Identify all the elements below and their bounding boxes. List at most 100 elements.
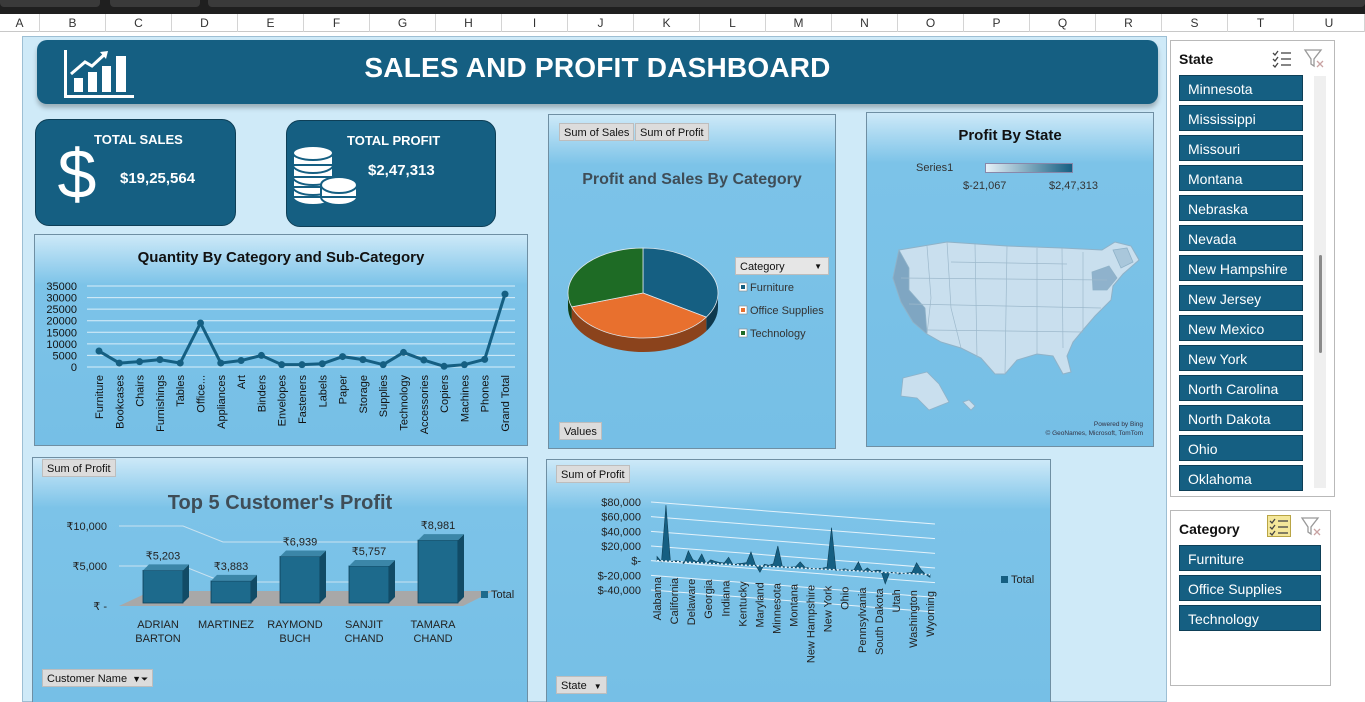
- slicer-item[interactable]: Ohio: [1179, 435, 1303, 461]
- x-tick-label: Montana: [789, 583, 801, 627]
- sheet-tab-piece[interactable]: [110, 0, 200, 7]
- category-pie-panel[interactable]: Sum of Sales Sum of Profit Profit and Sa…: [548, 114, 836, 449]
- multi-select-icon[interactable]: [1271, 48, 1293, 68]
- zero-axis: [656, 559, 931, 576]
- data-label: ₹3,883: [214, 561, 249, 573]
- slicer-item[interactable]: New York: [1179, 345, 1303, 371]
- column-header[interactable]: O: [898, 14, 964, 32]
- x-tick-label: Appliances: [216, 375, 228, 429]
- column-header[interactable]: K: [634, 14, 700, 32]
- bar-front: [417, 539, 459, 604]
- column-header[interactable]: D: [172, 14, 238, 32]
- customer-name-filter-button[interactable]: Customer Name ▼⏷: [42, 669, 154, 687]
- legend-label: Technology: [750, 328, 806, 340]
- formula-bar-piece[interactable]: [208, 0, 1365, 7]
- top-customers-bar-chart: ₹10,000 ₹5,000 ₹ - ₹5,203 ADRIAN BARTON ₹3,883…: [66, 520, 514, 645]
- profit-map-panel[interactable]: Profit By State Series1 $-21,067 $2,47,3…: [866, 112, 1154, 447]
- clear-filter-icon[interactable]: [1300, 516, 1322, 536]
- y-tick-label: ₹5,000: [72, 561, 107, 573]
- column-header[interactable]: L: [700, 14, 766, 32]
- column-header[interactable]: U: [1294, 14, 1365, 32]
- column-header[interactable]: C: [106, 14, 172, 32]
- legend-label: Office Supplies: [750, 305, 824, 317]
- bar-front: [348, 565, 390, 604]
- bar-front: [210, 580, 252, 604]
- slicer-item[interactable]: Technology: [1179, 605, 1321, 631]
- y-tick-label: 20000: [46, 316, 77, 328]
- legend-label: Furniture: [750, 282, 794, 294]
- quantity-line-chart: 35000300002500020000150001000050000 Furni…: [46, 281, 515, 434]
- column-header[interactable]: P: [964, 14, 1030, 32]
- map-attribution-bing: Powered by Bing: [1093, 421, 1143, 428]
- x-tick-label: Bookcases: [114, 375, 126, 429]
- slicer-item[interactable]: New Hampshire: [1179, 255, 1303, 281]
- column-header[interactable]: N: [832, 14, 898, 32]
- data-point: [359, 356, 367, 364]
- x-tick-label: Labels: [317, 375, 329, 408]
- kpi-total-profit[interactable]: TOTAL PROFIT $2,47,313: [286, 120, 496, 227]
- column-header[interactable]: A: [0, 14, 40, 32]
- column-header[interactable]: G: [370, 14, 436, 32]
- slicer-item[interactable]: North Carolina: [1179, 375, 1303, 401]
- x-tick-label: SANJIT: [345, 619, 383, 631]
- column-header[interactable]: S: [1162, 14, 1228, 32]
- slicer-item[interactable]: North Dakota: [1179, 405, 1303, 431]
- category-slicer[interactable]: Category Furniture Office Supplies Technol…: [1170, 510, 1331, 686]
- kpi-total-sales[interactable]: $ TOTAL SALES $19,25,564: [35, 119, 236, 226]
- column-header[interactable]: T: [1228, 14, 1294, 32]
- kpi-profit-value: $2,47,313: [368, 162, 435, 179]
- column-header[interactable]: H: [436, 14, 502, 32]
- state-slicer[interactable]: State Minnesota Mississippi Missouri Montan…: [1170, 40, 1335, 497]
- data-label: ₹5,203: [146, 550, 181, 562]
- top-customers-panel[interactable]: Sum of Profit Top 5 Customer's Profit ₹1…: [32, 457, 528, 702]
- column-header[interactable]: R: [1096, 14, 1162, 32]
- slicer-item[interactable]: Furniture: [1179, 545, 1321, 571]
- column-header[interactable]: I: [502, 14, 568, 32]
- legend-swatch: [741, 331, 745, 335]
- slicer-item[interactable]: New Mexico: [1179, 315, 1303, 341]
- state-profit-panel[interactable]: Sum of Profit $80,000 $60,000 $40,000 $20,0…: [546, 459, 1051, 702]
- x-tick-label: Storage: [358, 375, 370, 414]
- slicer-item[interactable]: Mississippi: [1179, 105, 1303, 131]
- column-header[interactable]: E: [238, 14, 304, 32]
- bar-top: [143, 564, 189, 571]
- filter-funnel-icon: ▼⏷: [132, 674, 149, 684]
- x-tick-label: Machines: [459, 375, 471, 423]
- category-filter-button[interactable]: Category ▼: [735, 257, 829, 275]
- slicer-item[interactable]: Nevada: [1179, 225, 1303, 251]
- column-header[interactable]: M: [766, 14, 832, 32]
- x-tick-label: Pennsylvania: [857, 587, 869, 653]
- slicer-scrollbar-thumb[interactable]: [1319, 255, 1322, 353]
- slicer-item[interactable]: Missouri: [1179, 135, 1303, 161]
- quantity-chart-panel[interactable]: Quantity By Category and Sub-Category 35…: [34, 234, 528, 446]
- slicer-item[interactable]: Office Supplies: [1179, 575, 1321, 601]
- kpi-profit-label: TOTAL PROFIT: [347, 133, 441, 148]
- x-tick-label: Chairs: [135, 375, 147, 407]
- legend-header: Category: [740, 261, 785, 273]
- data-point: [257, 351, 265, 359]
- column-header[interactable]: B: [40, 14, 106, 32]
- slicer-header: Category: [1179, 521, 1240, 537]
- slicer-item[interactable]: New Jersey: [1179, 285, 1303, 311]
- slicer-item[interactable]: Oklahoma: [1179, 465, 1303, 491]
- slicer-item[interactable]: Minnesota: [1179, 75, 1303, 101]
- multi-select-icon[interactable]: [1267, 515, 1291, 537]
- slicer-item[interactable]: Nebraska: [1179, 195, 1303, 221]
- x-tick-label: South Dakota: [874, 587, 886, 655]
- state-filter-button[interactable]: State ▼: [556, 676, 607, 694]
- y-tick-label: 10000: [46, 339, 77, 351]
- x-tick-label: Grand Total: [500, 375, 512, 432]
- map-attribution-sources: © GeoNames, Microsoft, TomTom: [1045, 430, 1144, 437]
- x-tick-label: Paper: [338, 375, 350, 405]
- values-button[interactable]: Values: [559, 422, 602, 440]
- column-header[interactable]: F: [304, 14, 370, 32]
- x-tick-label: TAMARA: [410, 619, 456, 631]
- sheet-tab-piece[interactable]: [0, 0, 100, 7]
- slicer-item[interactable]: Montana: [1179, 165, 1303, 191]
- map-color-scale: [985, 163, 1073, 173]
- filter-label: State: [561, 680, 587, 692]
- column-header[interactable]: J: [568, 14, 634, 32]
- x-tick-label: New Hampshire: [806, 585, 818, 663]
- column-header[interactable]: Q: [1030, 14, 1096, 32]
- clear-filter-icon[interactable]: [1303, 48, 1325, 68]
